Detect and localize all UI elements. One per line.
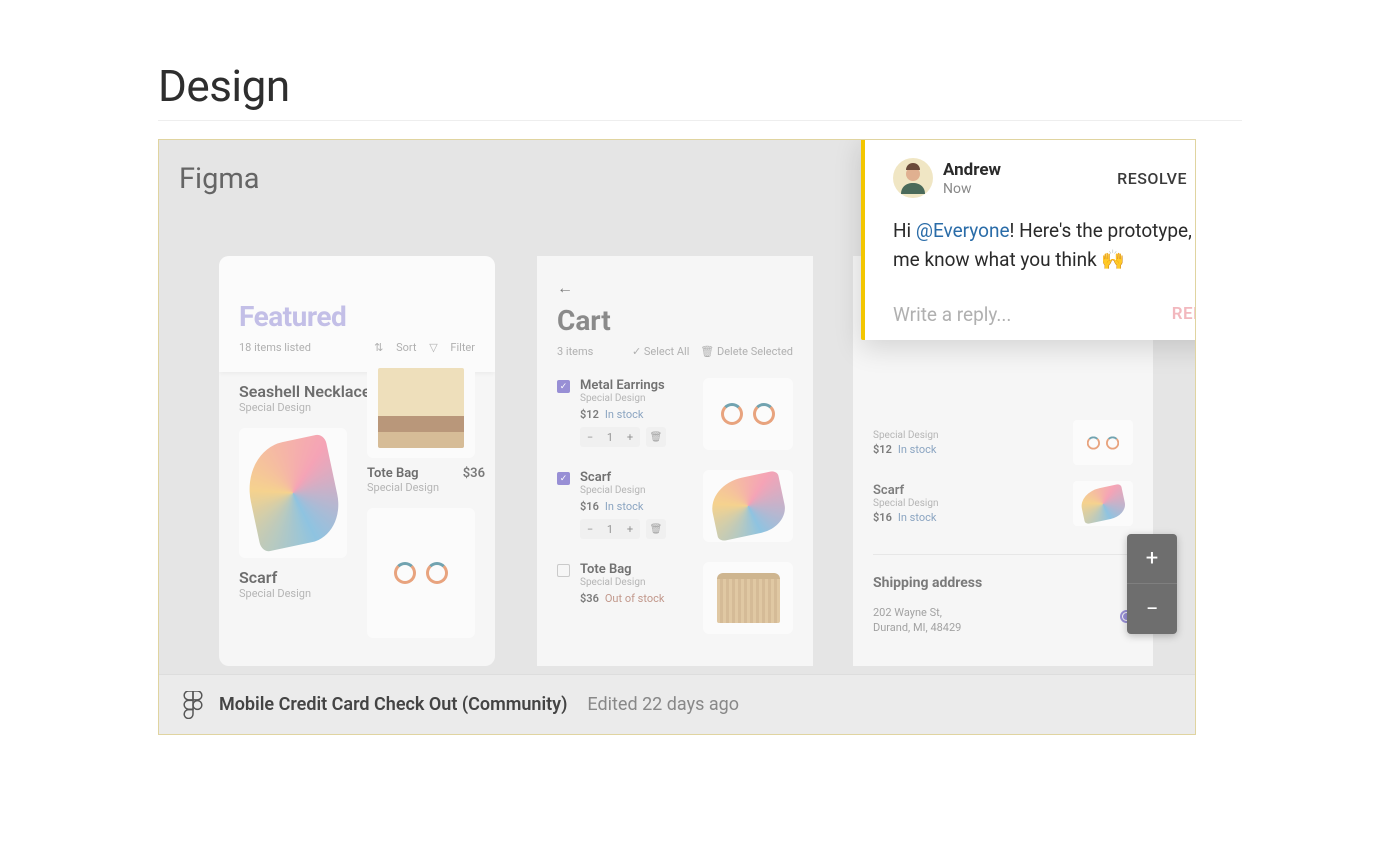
shipping-item-image <box>1073 481 1133 526</box>
cart-item-image <box>703 470 793 542</box>
mention[interactable]: @Everyone <box>916 219 1010 242</box>
shipping-item-sub: Special Design <box>873 498 1063 509</box>
shipping-address-text: 202 Wayne St, Durand, MI, 48429 <box>873 605 961 636</box>
zoom-in-button[interactable]: + <box>1127 534 1177 584</box>
cart-item: ✓ Metal Earrings Special Design $12In st… <box>537 368 813 460</box>
panel-cart: ← Cart 3 items ✓ Select All 🗑 Delete Sel… <box>537 256 813 666</box>
product-name: Tote Bag <box>367 466 439 481</box>
comment-body: Hi @Everyone! Here's the prototype, let … <box>893 216 1196 275</box>
cart-item-sub: Special Design <box>580 393 693 404</box>
cart-checkbox[interactable]: ✓ <box>557 472 570 485</box>
comment-timestamp: Now <box>943 181 1001 197</box>
cart-item: Tote Bag Special Design $36Out of stock <box>537 552 813 644</box>
back-arrow-icon[interactable]: ← <box>557 278 793 298</box>
figma-logo-icon <box>183 691 203 719</box>
qty-minus[interactable]: − <box>580 519 600 539</box>
product-image-tote <box>367 358 475 458</box>
file-name[interactable]: Mobile Credit Card Check Out (Community) <box>219 694 567 715</box>
qty-plus[interactable]: + <box>620 519 640 539</box>
featured-title: Featured <box>239 300 475 333</box>
comment-author: Andrew <box>943 160 1001 180</box>
select-all-button[interactable]: ✓ Select All <box>632 345 689 358</box>
comment-popover: Andrew Now RESOLVE ⋮ Hi @Everyone! Here'… <box>861 139 1196 340</box>
filter-button[interactable]: ▽ Filter <box>429 341 475 354</box>
shipping-item-sub: Special Design <box>873 430 1063 441</box>
qty-value: 1 <box>600 519 620 539</box>
cart-count: 3 items <box>557 345 593 358</box>
figma-embed-frame: Figma Featured 18 items listed ⇅ Sort ▽ … <box>158 139 1196 735</box>
delete-selected-button[interactable]: 🗑 Delete Selected <box>700 345 793 358</box>
shipping-address-title: Shipping address <box>873 575 1133 591</box>
zoom-controls: + − <box>1127 534 1177 634</box>
trash-icon[interactable]: 🗑 <box>646 427 666 447</box>
file-bar: Mobile Credit Card Check Out (Community)… <box>159 674 1195 734</box>
sort-button[interactable]: ⇅ Sort <box>374 341 416 354</box>
shipping-item-image <box>1073 420 1133 465</box>
cart-item: ✓ Scarf Special Design $16In stock −1+ 🗑 <box>537 460 813 552</box>
product-price: $36 <box>463 466 485 494</box>
avatar <box>893 158 933 198</box>
product-image-earrings <box>367 508 475 638</box>
cart-item-name: Metal Earrings <box>580 378 693 393</box>
qty-minus[interactable]: − <box>580 427 600 447</box>
featured-items-count: 18 items listed <box>239 341 311 354</box>
cart-checkbox[interactable]: ✓ <box>557 380 570 393</box>
cart-item-sub: Special Design <box>580 485 693 496</box>
product-image-scarf <box>239 428 347 558</box>
reply-input[interactable]: Write a reply... <box>893 303 1011 326</box>
trash-icon[interactable]: 🗑 <box>646 519 666 539</box>
cart-item-name: Tote Bag <box>580 562 693 577</box>
reply-button[interactable]: REPLY <box>1172 304 1196 324</box>
cart-title: Cart <box>557 304 793 337</box>
cart-item-image <box>703 378 793 450</box>
shipping-item-name: Scarf <box>873 483 1063 498</box>
cart-item-name: Scarf <box>580 470 693 485</box>
file-edited-label: Edited 22 days ago <box>587 694 739 715</box>
product-sublabel: Special Design <box>367 481 439 494</box>
shipping-item: Special Design $12In stock <box>873 412 1133 473</box>
zoom-out-button[interactable]: − <box>1127 584 1177 634</box>
cart-item-image <box>703 562 793 634</box>
shipping-item: Scarf Special Design $16In stock <box>873 473 1133 534</box>
resolve-button[interactable]: RESOLVE <box>1117 169 1187 188</box>
cart-checkbox[interactable] <box>557 564 570 577</box>
featured-header: Featured 18 items listed ⇅ Sort ▽ Filter <box>219 256 495 372</box>
figma-app-label: Figma <box>179 162 260 196</box>
qty-plus[interactable]: + <box>620 427 640 447</box>
cart-item-sub: Special Design <box>580 577 693 588</box>
page-title: Design <box>158 60 1242 121</box>
qty-value: 1 <box>600 427 620 447</box>
